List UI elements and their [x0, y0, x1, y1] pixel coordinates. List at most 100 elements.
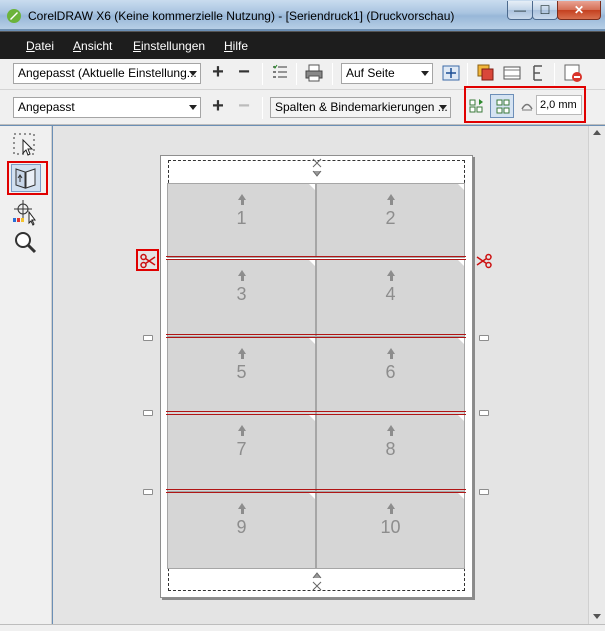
- gutter-size-field[interactable]: 2,0 mm: [536, 95, 582, 115]
- minimize-button[interactable]: —: [507, 1, 533, 20]
- imposition-layout-tool-icon: [15, 168, 36, 189]
- vertical-scrollbar[interactable]: [588, 126, 605, 624]
- cut-line[interactable]: [166, 489, 466, 493]
- gutter-size-value: 2,0 mm: [540, 99, 577, 111]
- cell-number: 5: [236, 362, 247, 382]
- title-bar: CorelDRAW X6 (Keine kommerzielle Nutzung…: [0, 0, 605, 30]
- menu-hilfe[interactable]: Hilfe: [224, 39, 248, 53]
- layout-cell[interactable]: 3: [167, 259, 316, 337]
- cut-mark-handle[interactable]: [479, 489, 489, 495]
- plus-icon: +: [212, 95, 224, 117]
- separator: [296, 63, 297, 85]
- zoom-value: Auf Seite: [346, 66, 395, 80]
- cut-mark-handle[interactable]: [143, 489, 153, 495]
- layout-cell[interactable]: 2: [316, 183, 465, 258]
- menu-bar: Datei Ansicht Einstellungen Hilfe: [0, 31, 605, 59]
- pick-tool-icon[interactable]: [11, 131, 39, 159]
- cut-line[interactable]: [166, 411, 466, 415]
- menu-hilfe-label: Hilfe: [224, 39, 249, 53]
- cut-mark-handle[interactable]: [479, 410, 489, 416]
- maximize-button[interactable]: ☐: [532, 1, 558, 20]
- separator: [554, 63, 555, 85]
- close-button[interactable]: ✕: [557, 1, 601, 20]
- mirror-icon[interactable]: [528, 63, 548, 83]
- imposition-layout-select[interactable]: Angepasst: [13, 97, 201, 118]
- marks-select[interactable]: Spalten & Bindemarkierungen ...: [270, 97, 451, 118]
- zoom-tool-icon[interactable]: [11, 228, 39, 256]
- separator: [262, 63, 263, 85]
- print-style-select[interactable]: Angepasst (Aktuelle Einstellung...: [13, 63, 201, 84]
- cut-mark-handle[interactable]: [143, 410, 153, 416]
- cell-number: 3: [236, 284, 247, 304]
- cut-line[interactable]: [166, 256, 466, 260]
- cut-line[interactable]: [166, 334, 466, 338]
- cell-number: 10: [380, 517, 401, 537]
- add-layout-button[interactable]: +: [208, 96, 228, 116]
- scissors-icon[interactable]: [476, 253, 492, 269]
- add-print-style-button[interactable]: +: [208, 62, 228, 82]
- cell-number: 1: [236, 208, 247, 228]
- coreldraw-logo-icon: [7, 9, 21, 23]
- cell-number: 7: [236, 439, 247, 459]
- cell-number: 6: [385, 362, 396, 382]
- layout-cell[interactable]: 1: [167, 183, 316, 258]
- cut-mark-handle[interactable]: [479, 335, 489, 341]
- minimize-icon: —: [514, 3, 526, 17]
- zoom-select[interactable]: Auf Seite: [341, 63, 433, 84]
- maximize-icon: ☐: [539, 3, 551, 17]
- full-screen-icon[interactable]: [441, 63, 461, 83]
- remove-layout-button[interactable]: −: [234, 96, 254, 116]
- remove-print-style-button[interactable]: −: [234, 62, 254, 82]
- plus-icon: +: [212, 61, 224, 83]
- layout-cell[interactable]: 10: [316, 492, 465, 569]
- close-print-preview-icon[interactable]: [563, 63, 583, 83]
- auto-gutter-icon[interactable]: [467, 96, 487, 116]
- imposition-tool-button[interactable]: [11, 164, 41, 192]
- minus-icon: −: [238, 61, 250, 83]
- color-separations-icon[interactable]: [476, 63, 496, 83]
- chevron-down-icon: [189, 71, 197, 76]
- imposition-layout-value: Angepasst: [18, 100, 75, 114]
- menu-datei[interactable]: Datei: [26, 39, 54, 53]
- layout-cell[interactable]: 8: [316, 414, 465, 492]
- layout-cell[interactable]: 6: [316, 337, 465, 415]
- print-style-value: Angepasst (Aktuelle Einstellung...: [18, 66, 197, 80]
- equal-gutter-icon: [496, 99, 510, 114]
- layout-cell[interactable]: 4: [316, 259, 465, 337]
- page-navigation-bar: [0, 624, 605, 631]
- chevron-down-icon: [189, 105, 197, 110]
- scroll-up-icon[interactable]: [593, 130, 601, 135]
- print-options-icon[interactable]: [270, 63, 290, 83]
- chevron-down-icon: [439, 105, 447, 110]
- chevron-down-icon: [421, 71, 429, 76]
- menu-einstellungen-label: Einstellungen: [133, 39, 206, 53]
- layout-cell[interactable]: 9: [167, 492, 316, 569]
- menu-ansicht[interactable]: Ansicht: [73, 39, 112, 53]
- toolbox: [0, 126, 52, 631]
- close-icon: ✕: [573, 3, 585, 17]
- cell-number: 9: [236, 517, 247, 537]
- top-margin-handle-icon[interactable]: [311, 157, 323, 179]
- gutter-size-icon: [521, 103, 533, 111]
- menu-einstellungen[interactable]: Einstellungen: [133, 39, 205, 53]
- layout-cell[interactable]: 7: [167, 414, 316, 492]
- printer-icon[interactable]: [304, 63, 324, 83]
- layout-cell[interactable]: 5: [167, 337, 316, 415]
- window-title: CorelDRAW X6 (Keine kommerzielle Nutzung…: [28, 9, 455, 23]
- scissors-icon[interactable]: [140, 253, 156, 269]
- marks-placement-tool-icon[interactable]: [11, 198, 39, 226]
- cell-number: 8: [385, 439, 396, 459]
- invert-icon[interactable]: [502, 63, 522, 83]
- equal-gutter-button[interactable]: [490, 94, 514, 118]
- cell-number: 2: [385, 208, 396, 228]
- menu-ansicht-label: Ansicht: [73, 39, 113, 53]
- scroll-down-icon[interactable]: [593, 614, 601, 619]
- cell-number: 4: [385, 284, 396, 304]
- marks-value: Spalten & Bindemarkierungen ...: [275, 100, 448, 114]
- separator: [262, 97, 263, 119]
- minus-icon: −: [238, 95, 250, 117]
- cut-mark-handle[interactable]: [143, 335, 153, 341]
- bottom-margin-handle-icon[interactable]: [311, 570, 323, 592]
- separator: [332, 63, 333, 85]
- toolbar-imposition: Angepasst + − Spalten & Bindemarkierunge…: [0, 86, 605, 125]
